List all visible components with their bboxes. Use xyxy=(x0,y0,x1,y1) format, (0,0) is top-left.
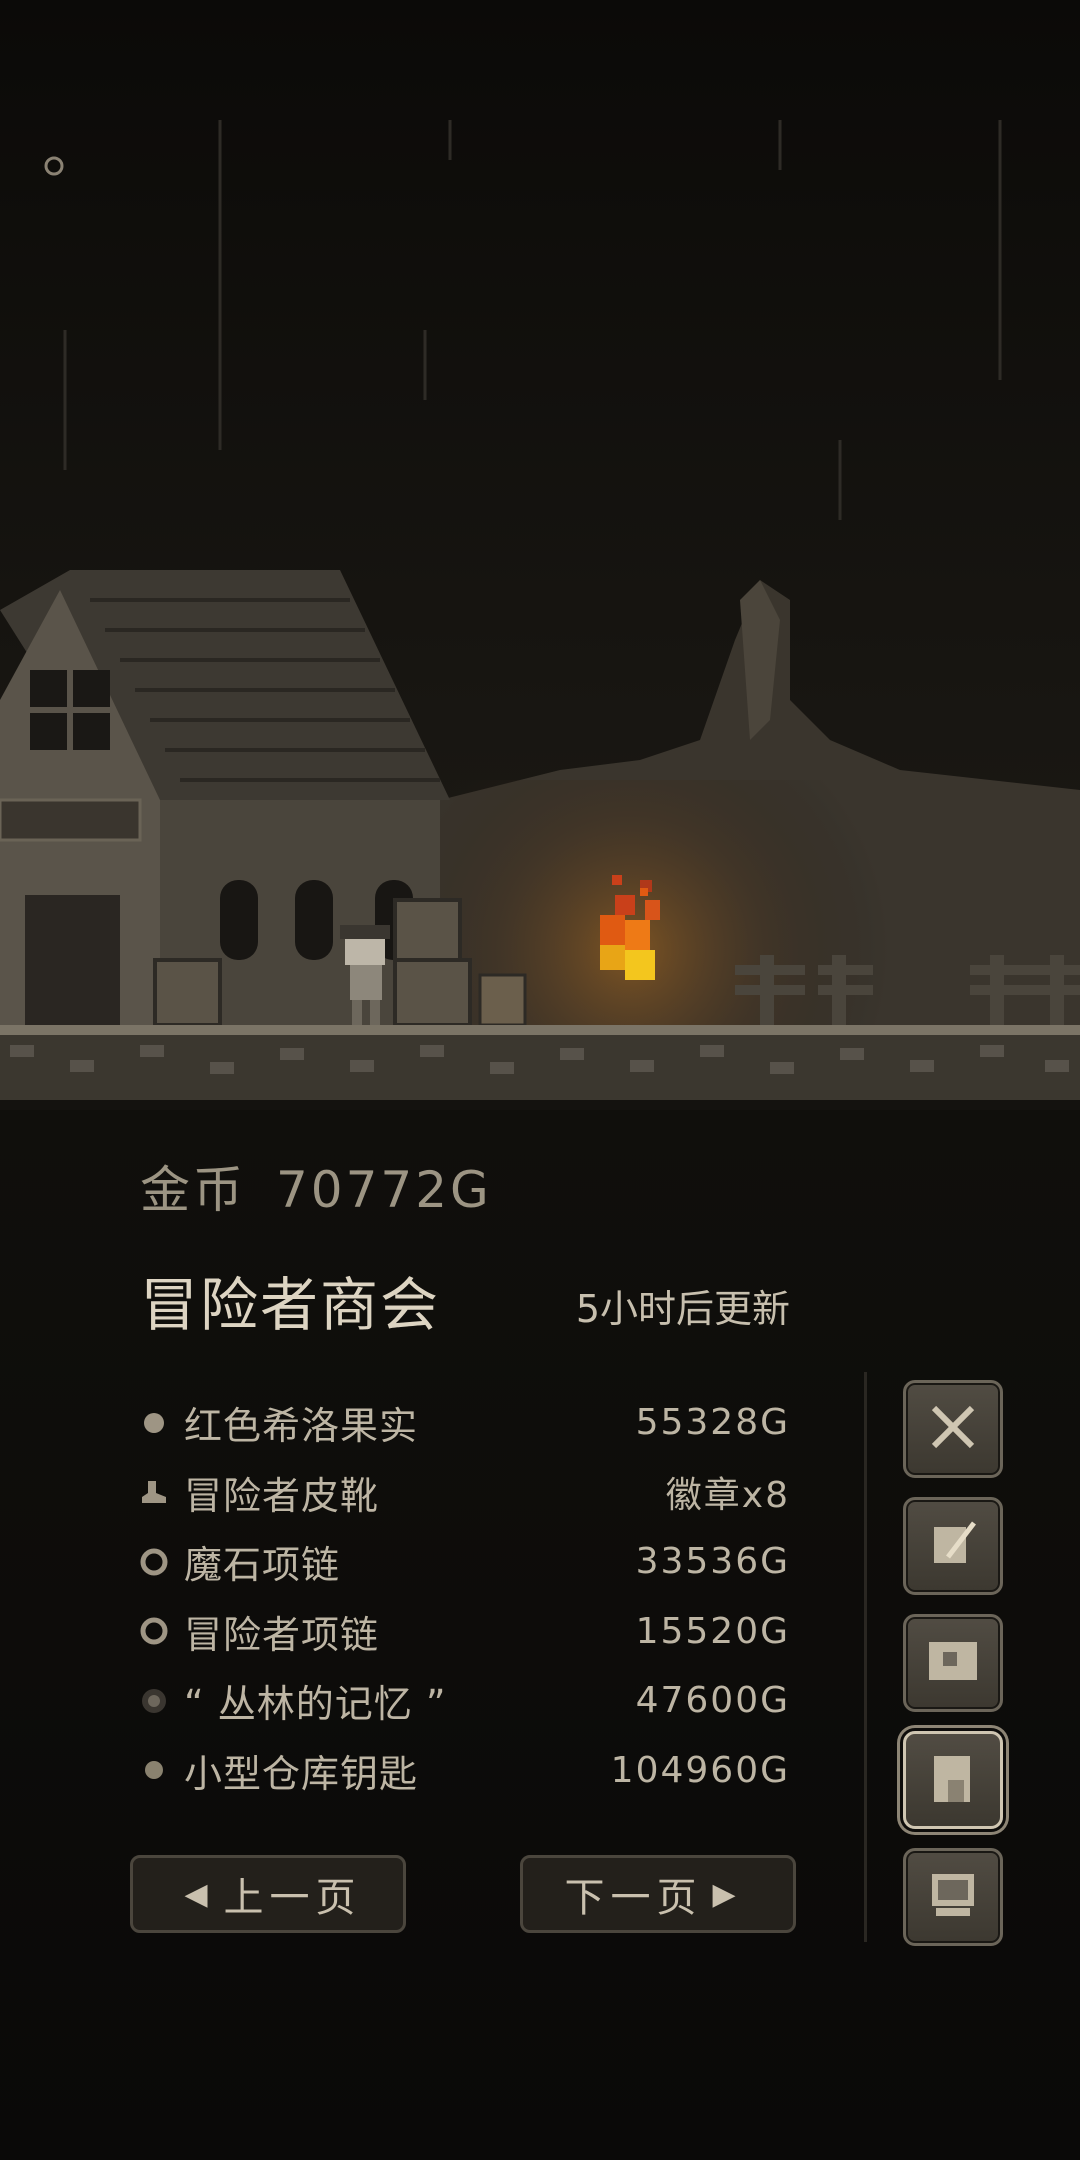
boot-icon xyxy=(140,1478,168,1506)
gold-value: 70772G xyxy=(276,1161,492,1219)
item-price: 55328G xyxy=(635,1402,790,1444)
shop-menu-button[interactable] xyxy=(903,1731,1003,1829)
next-page-button[interactable]: 下一页 ▶ xyxy=(520,1855,796,1933)
shop-item-list: 红色希洛果实 55328G 冒险者皮靴 徽章x8 魔石项链 33536G 冒险者… xyxy=(140,1388,790,1805)
item-name: 魔石项链 xyxy=(184,1543,341,1588)
shop-item[interactable]: 小型仓库钥匙 104960G xyxy=(140,1736,790,1806)
refresh-timer: 5小时后更新 xyxy=(575,1287,790,1331)
shop-building-icon xyxy=(928,1750,978,1810)
fruit-icon xyxy=(140,1409,168,1437)
shop-item[interactable]: 红色希洛果实 55328G xyxy=(140,1388,790,1458)
computer-icon xyxy=(926,1868,980,1926)
quest-menu-button[interactable] xyxy=(903,1497,1003,1595)
map-menu-button[interactable] xyxy=(903,1614,1003,1712)
item-price: 104960G xyxy=(610,1749,790,1791)
crossed-swords-icon xyxy=(926,1400,980,1458)
item-name: 小型仓库钥匙 xyxy=(184,1751,419,1796)
shop-item[interactable]: 魔石项链 33536G xyxy=(140,1527,790,1597)
game-scene xyxy=(0,0,1080,1110)
item-price: 15520G xyxy=(635,1610,790,1652)
map-icon xyxy=(925,1636,981,1690)
prev-page-button[interactable]: ◀ 上一页 xyxy=(130,1855,406,1933)
shop-item[interactable]: “ 丛林的记忆 ” 47600G xyxy=(140,1666,790,1736)
item-price: 33536G xyxy=(635,1541,790,1583)
quill-scroll-icon xyxy=(926,1517,980,1575)
memory-orb-icon xyxy=(140,1687,168,1715)
gold-label: 金币 xyxy=(140,1161,246,1219)
gold-display: 金币 70772G xyxy=(140,1150,522,1222)
item-name: 冒险者皮靴 xyxy=(184,1473,380,1518)
item-name: “ 丛林的记忆 ” xyxy=(184,1682,447,1727)
arrow-left-icon: ◀ xyxy=(184,1876,214,1912)
shop-item[interactable]: 冒险者皮靴 徽章x8 xyxy=(140,1458,790,1528)
gear-icon[interactable] xyxy=(42,154,64,176)
item-name: 冒险者项链 xyxy=(184,1612,380,1657)
item-price: 徽章x8 xyxy=(665,1475,790,1517)
prev-page-label: 上一页 xyxy=(223,1875,362,1921)
menu-divider xyxy=(864,1372,867,1942)
battle-menu-button[interactable] xyxy=(903,1380,1003,1478)
key-icon xyxy=(140,1756,168,1784)
arrow-right-icon: ▶ xyxy=(712,1876,742,1912)
shop-item[interactable]: 冒险者项链 15520G xyxy=(140,1597,790,1667)
next-page-label: 下一页 xyxy=(564,1875,703,1921)
computer-menu-button[interactable] xyxy=(903,1848,1003,1946)
necklace-icon xyxy=(140,1548,168,1576)
item-price: 47600G xyxy=(635,1680,790,1722)
necklace-icon xyxy=(140,1617,168,1645)
shop-title: 冒险者商会 xyxy=(140,1271,441,1339)
item-name: 红色希洛果实 xyxy=(184,1404,419,1449)
night-village-scene xyxy=(0,0,1080,1110)
